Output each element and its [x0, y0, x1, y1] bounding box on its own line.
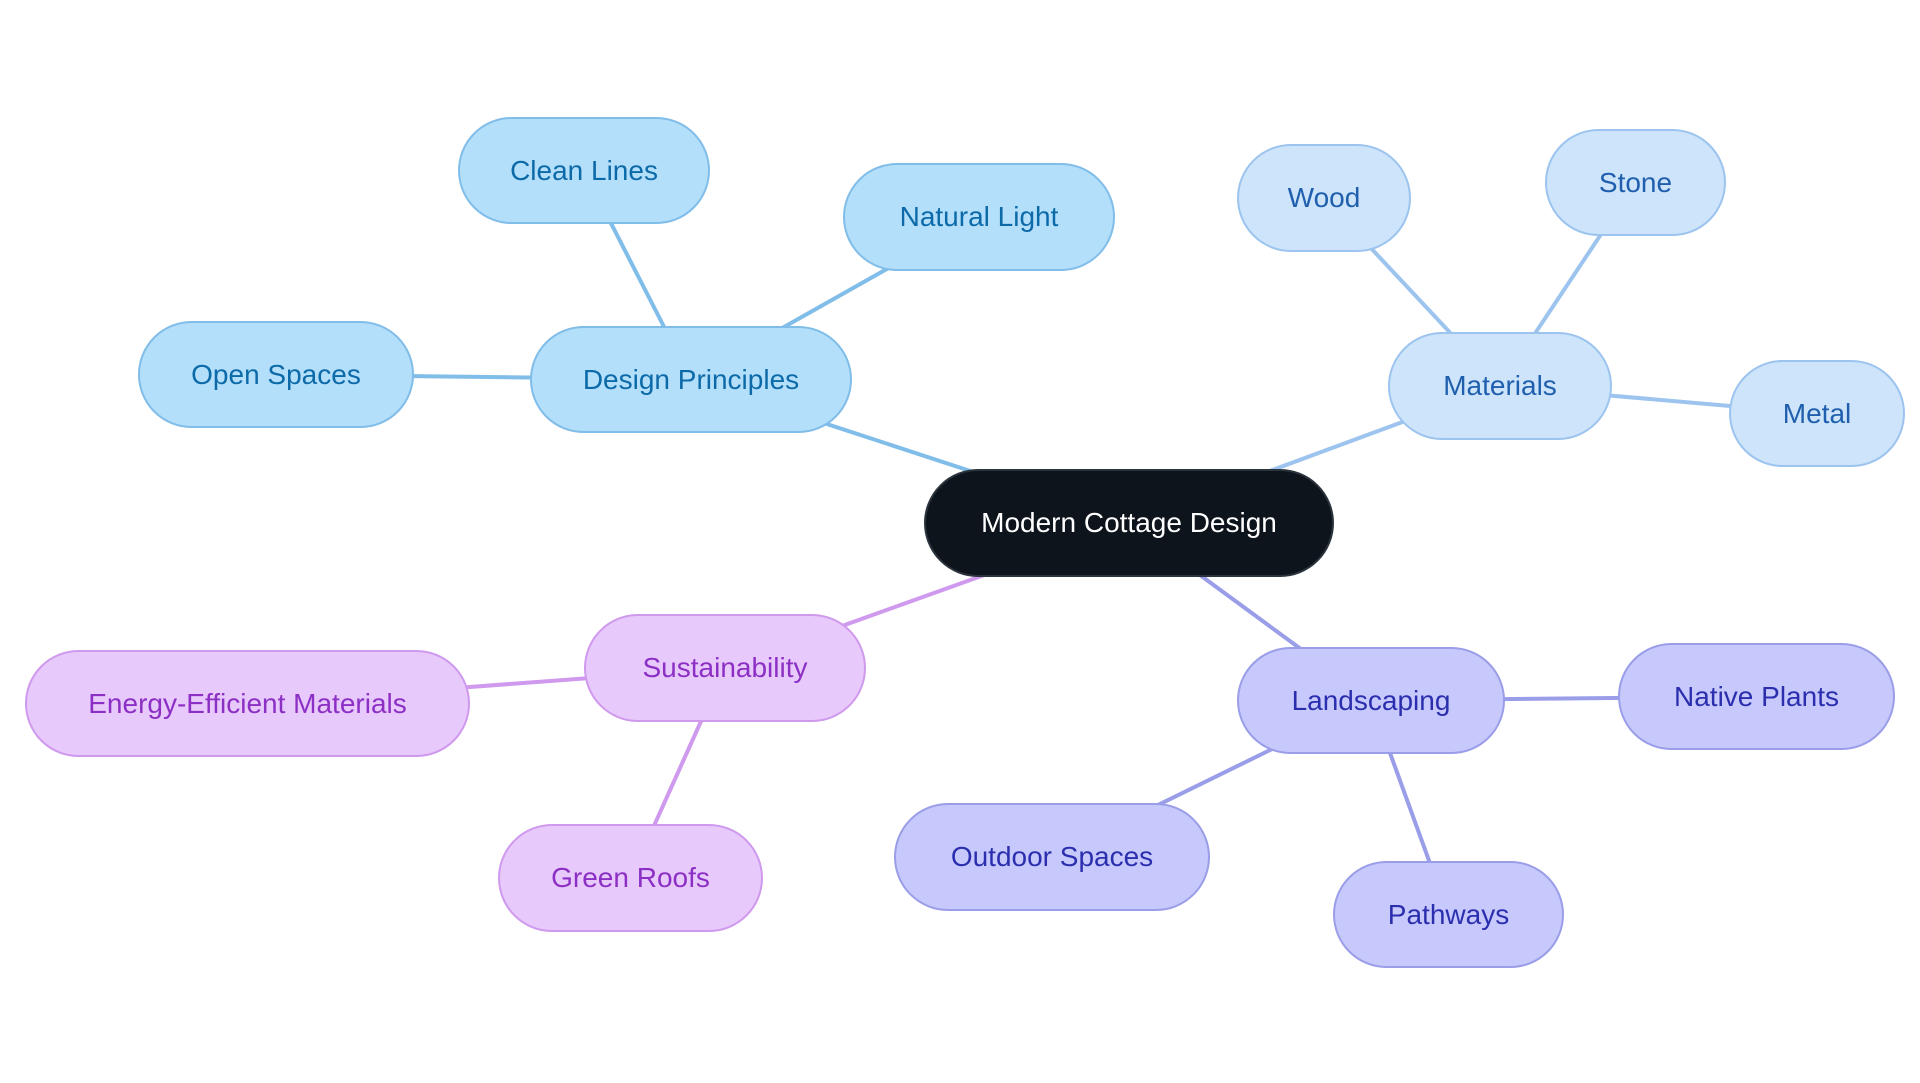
node-design-principles[interactable]: Design Principles — [530, 326, 852, 433]
node-energy-efficient-materials[interactable]: Energy-Efficient Materials — [25, 650, 470, 757]
node-materials[interactable]: Materials — [1388, 332, 1612, 440]
node-open-spaces[interactable]: Open Spaces — [138, 321, 414, 428]
node-wood[interactable]: Wood — [1237, 144, 1411, 252]
node-landscaping[interactable]: Landscaping — [1237, 647, 1505, 754]
node-pathways[interactable]: Pathways — [1333, 861, 1564, 968]
node-clean-lines[interactable]: Clean Lines — [458, 117, 710, 224]
node-sustainability[interactable]: Sustainability — [584, 614, 866, 722]
node-green-roofs[interactable]: Green Roofs — [498, 824, 763, 932]
node-metal[interactable]: Metal — [1729, 360, 1905, 467]
node-outdoor-spaces[interactable]: Outdoor Spaces — [894, 803, 1210, 911]
node-natural-light[interactable]: Natural Light — [843, 163, 1115, 271]
node-root[interactable]: Modern Cottage Design — [924, 469, 1334, 577]
node-stone[interactable]: Stone — [1545, 129, 1726, 236]
node-native-plants[interactable]: Native Plants — [1618, 643, 1895, 750]
